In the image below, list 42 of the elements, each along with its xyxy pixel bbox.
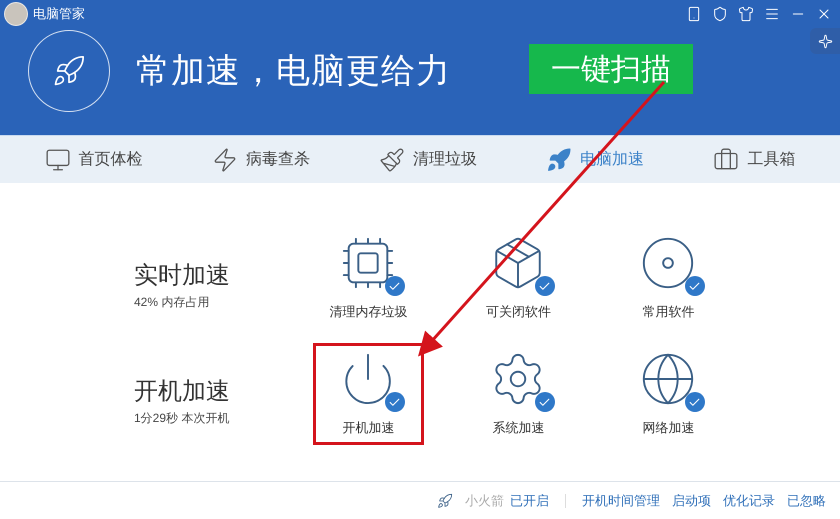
option-label: 清理内存垃圾 (330, 303, 408, 321)
brush-icon (378, 146, 405, 172)
menu-icon[interactable] (764, 6, 780, 22)
speedup-option[interactable]: 可关闭软件 (463, 227, 574, 329)
nav-tab[interactable]: 病毒查杀 (212, 146, 310, 172)
briefcase-icon (713, 146, 740, 172)
window-title: 电脑管家 (33, 5, 85, 24)
rocket-icon (546, 146, 572, 172)
shield-icon[interactable] (712, 6, 728, 22)
phone-icon[interactable] (686, 6, 702, 22)
footer-link[interactable]: 已忽略 (787, 490, 826, 510)
slogan: 常加速，电脑更给力 (136, 50, 451, 92)
speedup-option[interactable]: 清理内存垃圾 (313, 227, 424, 329)
speedup-option[interactable]: 系统加速 (463, 343, 574, 445)
section-subtitle: 1分29秒 本次开机 (134, 410, 230, 427)
section-title: 实时加速 (134, 261, 231, 291)
rocket-status-link[interactable]: 已开启 (510, 490, 549, 510)
nav-tab[interactable]: 清理垃圾 (378, 146, 477, 172)
nav-tab[interactable]: 首页体检 (44, 146, 143, 172)
speedup-option[interactable]: 网络加速 (613, 343, 724, 445)
section-subtitle: 42% 内存占用 (134, 294, 210, 311)
monitor-icon (44, 146, 71, 172)
sparkle-button[interactable] (810, 28, 840, 54)
rocket-icon (437, 492, 453, 508)
avatar-icon[interactable] (4, 2, 28, 26)
section-title: 开机加速 (134, 377, 231, 407)
speedup-option[interactable]: 开机加速 (313, 343, 424, 445)
lightning-icon (212, 146, 238, 172)
option-label: 网络加速 (642, 419, 694, 437)
footer-link[interactable]: 启动项 (672, 490, 711, 510)
nav-tab[interactable]: 工具箱 (713, 146, 796, 172)
option-label: 常用软件 (642, 303, 694, 321)
option-label: 可关闭软件 (486, 303, 551, 321)
shirt-icon[interactable] (738, 6, 754, 22)
footer-link[interactable]: 优化记录 (723, 490, 775, 510)
option-label: 系统加速 (492, 419, 544, 437)
rocket-emblem-icon (28, 30, 110, 112)
rocket-label: 小火箭 (465, 492, 504, 510)
sparkle-icon (818, 34, 832, 48)
option-label: 开机加速 (342, 419, 394, 437)
speedup-option[interactable]: 常用软件 (613, 227, 724, 329)
footer-link[interactable]: 开机时间管理 (582, 490, 660, 510)
